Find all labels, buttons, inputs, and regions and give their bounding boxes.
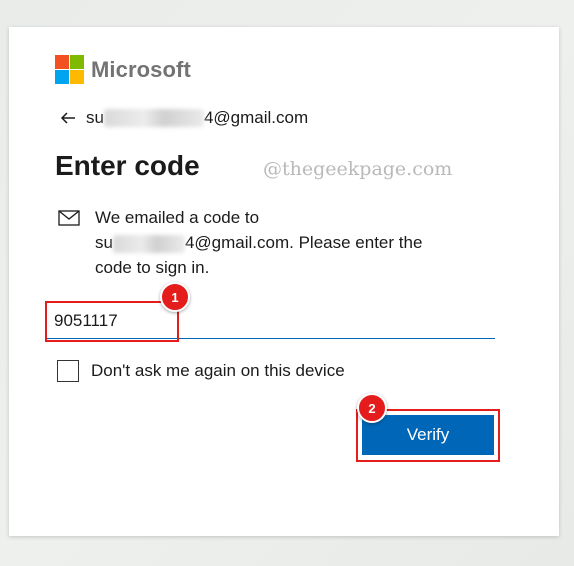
redacted-email-blur [103, 109, 204, 127]
logo-square-yellow [70, 70, 84, 84]
logo-square-green [70, 55, 84, 69]
logo-text: Microsoft [91, 56, 191, 82]
dont-ask-again-label[interactable]: Don't ask me again on this device [91, 361, 345, 381]
back-arrow-icon[interactable] [58, 108, 78, 128]
message-text: We emailed a code to su 4@gmail.com. Plea… [95, 205, 422, 280]
sign-in-card [9, 27, 559, 536]
account-email-suffix: 4@gmail.com [203, 108, 309, 127]
mail-icon [58, 210, 80, 226]
account-email-prefix: su [86, 108, 104, 127]
message-line-1: We emailed a code to [95, 208, 260, 227]
logo-square-red [55, 55, 69, 69]
message-line-2: su 4@gmail.com. Please enter the [95, 230, 422, 255]
step-2-badge: 2 [357, 393, 387, 423]
message-email-prefix: su [95, 233, 113, 252]
account-identity[interactable]: su 4@gmail.com [58, 108, 308, 128]
watermark: @thegeekpage.com [263, 158, 453, 180]
page-title: Enter code [55, 150, 200, 181]
dont-ask-again-checkbox[interactable] [57, 360, 79, 382]
code-input[interactable] [45, 297, 495, 339]
code-sent-message: We emailed a code to su 4@gmail.com. Plea… [58, 205, 498, 280]
message-line-2-rest: 4@gmail.com. Please enter the [184, 233, 423, 252]
microsoft-logo-icon [55, 55, 84, 84]
message-line-3: code to sign in. [95, 258, 210, 277]
step-1-badge: 1 [160, 282, 190, 312]
redacted-email-blur [112, 234, 185, 253]
dont-ask-again-option[interactable]: Don't ask me again on this device [57, 360, 345, 382]
logo-square-blue [55, 70, 69, 84]
verify-button[interactable]: Verify [362, 415, 494, 455]
microsoft-logo: Microsoft [55, 55, 191, 84]
